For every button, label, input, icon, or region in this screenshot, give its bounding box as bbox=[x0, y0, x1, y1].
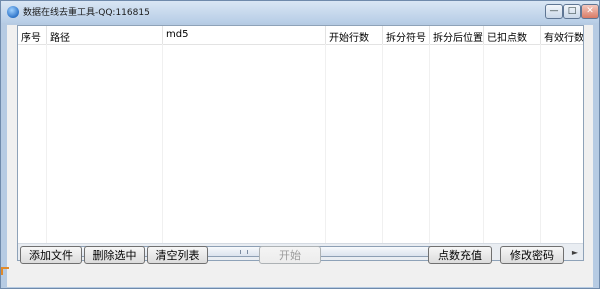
list-body bbox=[18, 44, 583, 244]
recharge-points-button[interactable]: 点数充值 bbox=[428, 246, 492, 264]
file-list[interactable]: 序号 路径 md5 开始行数 拆分符号 拆分后位置 已扣点数 有效行数 ◄ bbox=[17, 25, 584, 261]
corner-marker bbox=[1, 267, 9, 275]
list-header: 序号 路径 md5 开始行数 拆分符号 拆分后位置 已扣点数 有效行数 bbox=[18, 26, 583, 45]
column-gridline bbox=[382, 44, 383, 244]
column-gridline bbox=[429, 44, 430, 244]
column-gridline bbox=[162, 44, 163, 244]
grip-icon bbox=[240, 250, 248, 254]
start-button[interactable]: 开始 bbox=[259, 246, 321, 264]
column-header-split-symbol[interactable]: 拆分符号 bbox=[383, 26, 430, 44]
app-icon bbox=[7, 6, 19, 18]
add-file-button[interactable]: 添加文件 bbox=[20, 246, 82, 264]
title-bar[interactable]: 数据在线去重工具-QQ:116815 — □ ✕ bbox=[1, 1, 599, 23]
column-header-start-row[interactable]: 开始行数 bbox=[326, 26, 383, 44]
column-header-index[interactable]: 序号 bbox=[18, 26, 47, 44]
column-gridline bbox=[540, 44, 541, 244]
minimize-button[interactable]: — bbox=[545, 4, 563, 19]
column-header-valid-rows[interactable]: 有效行数 bbox=[541, 26, 583, 44]
clear-list-button[interactable]: 清空列表 bbox=[147, 246, 208, 264]
main-window: 数据在线去重工具-QQ:116815 — □ ✕ 序号 路径 md5 开始行数 … bbox=[0, 0, 600, 289]
close-button[interactable]: ✕ bbox=[581, 4, 599, 19]
scroll-right-arrow-icon[interactable]: ► bbox=[567, 245, 583, 259]
column-gridline bbox=[483, 44, 484, 244]
maximize-button[interactable]: □ bbox=[563, 4, 581, 19]
column-header-path[interactable]: 路径 bbox=[47, 26, 163, 44]
window-title: 数据在线去重工具-QQ:116815 bbox=[23, 8, 150, 18]
change-password-button[interactable]: 修改密码 bbox=[500, 246, 564, 264]
column-header-md5[interactable]: md5 bbox=[163, 26, 326, 44]
maximize-icon: □ bbox=[567, 6, 577, 16]
column-gridline bbox=[46, 44, 47, 244]
delete-selected-button[interactable]: 删除选中 bbox=[84, 246, 145, 264]
minimize-icon: — bbox=[549, 6, 559, 16]
column-header-split-position[interactable]: 拆分后位置 bbox=[430, 26, 484, 44]
close-icon: ✕ bbox=[586, 6, 594, 16]
column-header-points-deducted[interactable]: 已扣点数 bbox=[484, 26, 541, 44]
column-gridline bbox=[325, 44, 326, 244]
